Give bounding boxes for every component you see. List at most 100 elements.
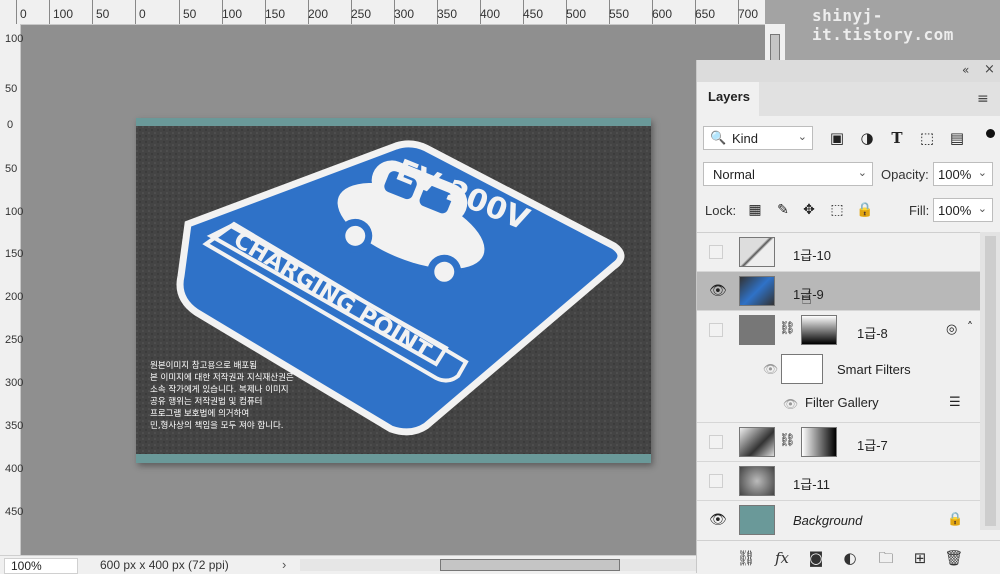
search-icon: 🔍: [710, 130, 727, 145]
ruler-label: 350: [5, 420, 24, 432]
layer-row-background[interactable]: 👁 Background 🔒: [697, 501, 980, 540]
filter-toggle-icon[interactable]: [986, 129, 995, 138]
lock-artboard-icon[interactable]: ⬚: [827, 200, 847, 220]
layer-row[interactable]: 1급-11: [697, 462, 980, 501]
opacity-value: 100%: [938, 167, 972, 182]
horizontal-ruler[interactable]: 0 100 50 0 50 100 150 200 250 300 350 40…: [0, 0, 765, 25]
eye-icon[interactable]: 👁: [709, 513, 727, 527]
layer-name[interactable]: 1급-8: [857, 323, 888, 342]
filter-kind-select[interactable]: 🔍 Kind ⌄: [703, 126, 813, 150]
scrollbar-thumb[interactable]: [985, 236, 996, 526]
ruler-tick: [16, 0, 17, 24]
visibility-toggle[interactable]: [709, 474, 723, 488]
panel-tab-row: Layers ≡: [697, 82, 1000, 116]
tab-layers[interactable]: Layers: [697, 82, 759, 116]
zoom-field[interactable]: 100%: [4, 558, 78, 574]
lock-transparency-icon[interactable]: ▦: [745, 200, 765, 220]
document-canvas[interactable]: EV 200V CHARGING POINT 원본이미지 참고용으로 배포됨 본…: [136, 118, 651, 463]
caption-line: 공유 행위는 저작권법 및 컴퓨터: [150, 397, 263, 407]
ruler-label: 200: [5, 291, 24, 303]
fx-icon[interactable]: fx: [771, 547, 793, 569]
smart-filters-label[interactable]: Smart Filters: [837, 362, 911, 377]
ruler-label: 700: [738, 7, 759, 21]
visibility-toggle[interactable]: [709, 245, 723, 259]
blend-mode-select[interactable]: Normal ⌄: [703, 162, 873, 186]
caption-line: 민,형사상의 책임을 모두 져야 합니다.: [150, 421, 284, 431]
layer-row[interactable]: ⛓ 1급-7: [697, 423, 980, 462]
ruler-label: 50: [5, 163, 18, 175]
layer-thumbnail: [739, 427, 775, 457]
layer-name[interactable]: 1급-7: [857, 435, 888, 454]
close-icon[interactable]: ×: [984, 62, 995, 77]
eye-icon[interactable]: 👁: [709, 284, 727, 298]
horizontal-scrollbar[interactable]: [300, 559, 760, 571]
layer-thumbnail: [739, 276, 775, 306]
layer-thumbnail: [739, 505, 775, 535]
copyright-caption: 원본이미지 참고용으로 배포됨 본 이미지에 대한 저작권과 지식재산권은 소속…: [150, 360, 350, 432]
layers-panel: « × Layers ≡ 🔍 Kind ⌄ ▣ ◑ T ⬚ ▤ Normal ⌄…: [696, 60, 1000, 574]
link-layers-icon[interactable]: ⛓: [735, 547, 757, 569]
opacity-field[interactable]: 100% ⌄: [933, 162, 993, 186]
caption-line: 소속 작가에게 있습니다. 복제나 이미지: [150, 385, 289, 395]
link-icon[interactable]: ⛓: [779, 433, 796, 448]
adjustment-filter-icon[interactable]: ◑: [857, 128, 877, 148]
fill-field[interactable]: 100% ⌄: [933, 198, 993, 222]
smart-object-filter-icon[interactable]: ▤: [947, 128, 967, 148]
ruler-label: 0: [20, 7, 27, 21]
new-layer-icon[interactable]: ⊞: [909, 547, 931, 569]
document-info[interactable]: 600 px x 400 px (72 ppi): [100, 558, 229, 572]
panel-scrollbar[interactable]: [980, 232, 1000, 530]
lock-all-icon[interactable]: 🔒: [855, 200, 875, 220]
ruler-label: 450: [5, 506, 24, 518]
panel-title-bar[interactable]: « ×: [697, 60, 1000, 82]
eye-icon[interactable]: 👁: [763, 362, 778, 376]
layer-row[interactable]: ⛓ 1급-8 ◎ ˄: [697, 311, 980, 350]
lock-icon: 🔒: [947, 512, 964, 527]
visibility-toggle[interactable]: [709, 323, 723, 337]
ruler-label: 600: [652, 7, 673, 21]
lock-brush-icon[interactable]: ✎: [773, 200, 793, 220]
layer-row-selected[interactable]: 👁 1급-9 ☝: [697, 272, 980, 311]
layer-row[interactable]: 1급-10: [697, 233, 980, 272]
panel-bottom-toolbar: ⛓ fx ◙ ◐ 🗀 ⊞ 🗑: [697, 540, 1000, 574]
layer-name[interactable]: 1급-10: [793, 245, 831, 264]
add-mask-icon[interactable]: ◙: [805, 547, 827, 569]
ruler-label: 650: [695, 7, 716, 21]
layer-name[interactable]: Background: [793, 513, 862, 528]
ruler-label: 50: [5, 83, 18, 95]
ruler-tick: [92, 0, 93, 24]
adjustment-layer-icon[interactable]: ◐: [839, 547, 861, 569]
folder-icon[interactable]: 🗀: [875, 547, 897, 569]
ruler-label: 250: [5, 334, 24, 346]
collapse-icon[interactable]: «: [962, 63, 969, 77]
lock-move-icon[interactable]: ✥: [799, 200, 819, 220]
ruler-label: 100: [222, 7, 243, 21]
layer-thumbnail: [739, 466, 775, 496]
hand-cursor-icon: ☝: [801, 288, 812, 309]
filter-gallery-label[interactable]: Filter Gallery: [805, 395, 879, 410]
ruler-label: 200: [308, 7, 329, 21]
scrollbar-thumb[interactable]: [440, 559, 620, 571]
shape-filter-icon[interactable]: ⬚: [917, 128, 937, 148]
ruler-label: 450: [523, 7, 544, 21]
type-filter-icon[interactable]: T: [887, 128, 907, 148]
eye-icon[interactable]: 👁: [783, 397, 798, 411]
visibility-toggle[interactable]: [709, 435, 723, 449]
ruler-label: 0: [139, 7, 146, 21]
ruler-label: 100: [5, 33, 24, 45]
link-icon[interactable]: ⛓: [779, 321, 796, 336]
ruler-label: 150: [265, 7, 286, 21]
chevron-up-icon[interactable]: ˄: [967, 320, 973, 334]
filter-options-icon[interactable]: ☰: [949, 395, 961, 410]
ruler-label: 250: [351, 7, 372, 21]
layer-name[interactable]: 1급-11: [793, 474, 830, 493]
trash-icon[interactable]: 🗑: [943, 547, 965, 569]
vertical-ruler[interactable]: 100 50 0 50 100 150 200 250 300 350 400 …: [0, 24, 24, 555]
lock-label: Lock:: [705, 203, 737, 218]
caption-line: 프로그램 보호법에 의거하여: [150, 409, 250, 419]
filter-gallery-row[interactable]: 👁 Filter Gallery ☰: [697, 384, 980, 423]
chevron-down-icon: ⌄: [797, 131, 807, 143]
status-menu-arrow[interactable]: ›: [282, 557, 286, 572]
panel-menu-icon[interactable]: ≡: [977, 91, 989, 107]
pixel-filter-icon[interactable]: ▣: [827, 128, 847, 148]
